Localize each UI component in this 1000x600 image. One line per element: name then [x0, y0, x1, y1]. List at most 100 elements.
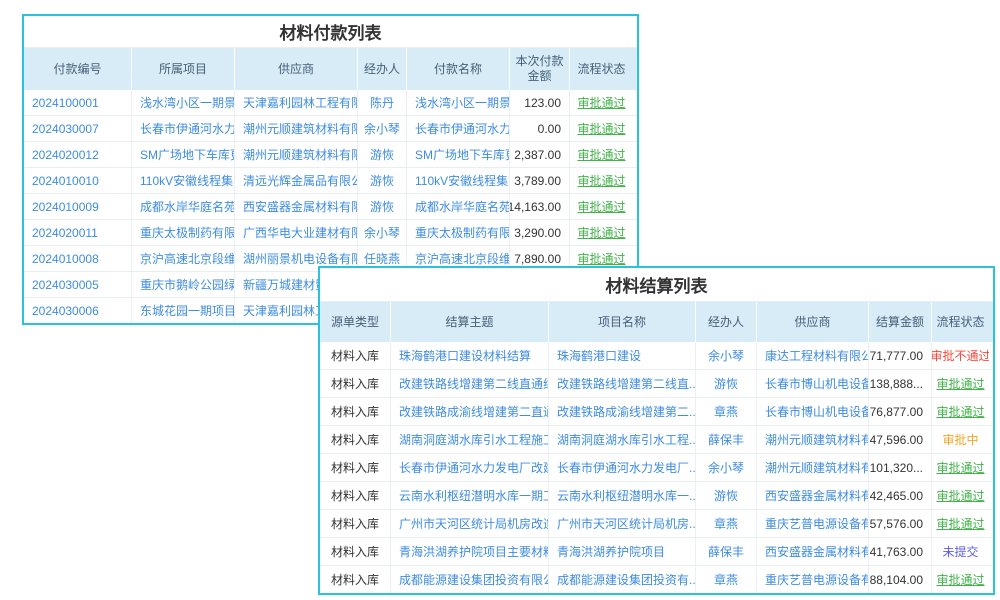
table-link-cell[interactable]: 潮州元顺建筑材料有限...: [234, 116, 357, 141]
status-badge[interactable]: 审批通过: [931, 482, 989, 509]
table-link-cell[interactable]: 2024010009: [24, 194, 131, 219]
column-header-payment_table-5: 本次付款金额: [509, 48, 569, 90]
status-badge[interactable]: 审批通过: [931, 370, 989, 397]
status-badge[interactable]: 审批通过: [569, 90, 633, 115]
table-link-cell[interactable]: 2024020011: [24, 220, 131, 245]
table-link-cell[interactable]: 2024030005: [24, 272, 131, 297]
table-link-cell[interactable]: 2024030006: [24, 298, 131, 323]
status-badge[interactable]: 审批通过: [569, 168, 633, 193]
status-badge[interactable]: 审批通过: [569, 116, 633, 141]
table-link-cell[interactable]: 重庆艺普电源设备有...: [756, 566, 868, 593]
table-link-cell[interactable]: 成都能源建设集团投资有限公司临...: [390, 566, 548, 593]
table-link-cell[interactable]: 110kV安徽线程集变开断...: [131, 168, 234, 193]
table-link-cell[interactable]: 改建铁路成渝线增建第二...: [548, 398, 695, 425]
table-link-cell[interactable]: 广西华电大业建材有限...: [234, 220, 357, 245]
table-link-cell[interactable]: 游恢: [357, 168, 406, 193]
table-row: 材料入库成都能源建设集团投资有限公司临...成都能源建设集团投资有...章燕重庆…: [320, 566, 993, 593]
table-link-cell[interactable]: 成都水岸华庭名苑...: [406, 194, 509, 219]
table-link-cell[interactable]: 青海洪湖养护院项目: [548, 538, 695, 565]
table-link-cell[interactable]: 游恢: [695, 482, 756, 509]
table-link-cell[interactable]: 改建铁路线增建第二线直...: [548, 370, 695, 397]
table-link-cell[interactable]: 长春市博山机电设备...: [756, 370, 868, 397]
table-row: 2024010009成都水岸华庭名苑项目...西安盛器金属材料有限...游恢成都…: [24, 194, 637, 220]
table-link-cell[interactable]: 余小琴: [357, 220, 406, 245]
settlement-table-title: 材料结算列表: [320, 268, 993, 302]
table-link-cell[interactable]: 余小琴: [695, 454, 756, 481]
table-link-cell[interactable]: 康达工程材料有限公司: [756, 342, 868, 369]
status-badge[interactable]: 审批通过: [569, 142, 633, 167]
table-link-cell[interactable]: 珠海鹤港口建设: [548, 342, 695, 369]
table-link-cell[interactable]: 云南水利枢纽潜明水库一...: [548, 482, 695, 509]
table-link-cell[interactable]: 游恢: [357, 194, 406, 219]
table-link-cell[interactable]: 湖南洞庭湖水库引水工程...: [548, 426, 695, 453]
table-link-cell[interactable]: 清远光辉金属品有限公司: [234, 168, 357, 193]
column-header-payment_table-6: 流程状态: [569, 48, 633, 90]
status-badge[interactable]: 审批通过: [569, 194, 633, 219]
table-link-cell[interactable]: 西安盛器金属材料有...: [756, 482, 868, 509]
table-cell: 47,596.00: [868, 426, 931, 453]
status-badge[interactable]: 审批通过: [931, 398, 989, 425]
table-link-cell[interactable]: 2024100001: [24, 90, 131, 115]
table-link-cell[interactable]: 云南水利枢纽潜明水库一期工程施...: [390, 482, 548, 509]
table-link-cell[interactable]: 陈丹: [357, 90, 406, 115]
table-link-cell[interactable]: SM广场地下车库更换摄...: [131, 142, 234, 167]
table-link-cell[interactable]: 改建铁路线增建第二线直通线（成...: [390, 370, 548, 397]
table-cell: 42,465.00: [868, 482, 931, 509]
table-link-cell[interactable]: 潮州元顺建筑材料有限...: [234, 142, 357, 167]
table-link-cell[interactable]: 薛保丰: [695, 426, 756, 453]
status-badge[interactable]: 审批通过: [931, 510, 989, 537]
table-link-cell[interactable]: 2024010010: [24, 168, 131, 193]
table-link-cell[interactable]: 2024020012: [24, 142, 131, 167]
table-link-cell[interactable]: 浅水湾小区一期景...: [406, 90, 509, 115]
table-link-cell[interactable]: 青海洪湖养护院项目主要材料结算: [390, 538, 548, 565]
table-link-cell[interactable]: 成都水岸华庭名苑项目...: [131, 194, 234, 219]
table-link-cell[interactable]: 西安盛器金属材料有限...: [234, 194, 357, 219]
table-link-cell[interactable]: 余小琴: [357, 116, 406, 141]
table-link-cell[interactable]: 重庆太极制药有限公司...: [131, 220, 234, 245]
table-cell: 材料入库: [320, 538, 390, 565]
table-row: 材料入库云南水利枢纽潜明水库一期工程施...云南水利枢纽潜明水库一...游恢西安…: [320, 482, 993, 510]
table-link-cell[interactable]: 重庆太极制药有限...: [406, 220, 509, 245]
table-link-cell[interactable]: 2024030007: [24, 116, 131, 141]
status-badge[interactable]: 审批通过: [569, 220, 633, 245]
table-link-cell[interactable]: 长春市博山机电设备...: [756, 398, 868, 425]
table-link-cell[interactable]: 章燕: [695, 510, 756, 537]
table-cell: 材料入库: [320, 482, 390, 509]
table-link-cell[interactable]: 潮州元顺建筑材料有...: [756, 454, 868, 481]
table-link-cell[interactable]: 成都能源建设集团投资有...: [548, 566, 695, 593]
table-link-cell[interactable]: 京沪高速北京段维修: [131, 246, 234, 271]
table-link-cell[interactable]: 珠海鹤港口建设材料结算: [390, 342, 548, 369]
table-link-cell[interactable]: 长春市伊通河水力发电厂...: [548, 454, 695, 481]
status-badge[interactable]: 审批通过: [931, 566, 989, 593]
table-link-cell[interactable]: 广州市天河区统计局机房...: [548, 510, 695, 537]
table-link-cell[interactable]: 东城花园一期项目公寓...: [131, 298, 234, 323]
table-link-cell[interactable]: 广州市天河区统计局机房改造项目...: [390, 510, 548, 537]
table-link-cell[interactable]: 浅水湾小区一期景观提...: [131, 90, 234, 115]
table-link-cell[interactable]: 章燕: [695, 398, 756, 425]
table-link-cell[interactable]: 薛保丰: [695, 538, 756, 565]
table-row: 材料入库广州市天河区统计局机房改造项目...广州市天河区统计局机房...章燕重庆…: [320, 510, 993, 538]
settlement-table-body: 材料入库珠海鹤港口建设材料结算珠海鹤港口建设余小琴康达工程材料有限公司71,77…: [320, 342, 993, 593]
table-link-cell[interactable]: 重庆艺普电源设备有...: [756, 510, 868, 537]
table-link-cell[interactable]: SM广场地下车库更...: [406, 142, 509, 167]
table-link-cell[interactable]: 重庆市鹅岭公园绿化景...: [131, 272, 234, 297]
table-link-cell[interactable]: 110kV安徽线程集变...: [406, 168, 509, 193]
column-header-settlement_table-0: 源单类型: [320, 302, 390, 342]
table-cell: 14,163.00: [509, 194, 569, 219]
table-link-cell[interactable]: 游恢: [695, 370, 756, 397]
table-link-cell[interactable]: 游恢: [357, 142, 406, 167]
table-link-cell[interactable]: 章燕: [695, 566, 756, 593]
status-badge[interactable]: 审批通过: [931, 454, 989, 481]
table-link-cell[interactable]: 湖南洞庭湖水库引水工程施工1标材...: [390, 426, 548, 453]
table-link-cell[interactable]: 改建铁路成渝线增建第二直通线（...: [390, 398, 548, 425]
table-link-cell[interactable]: 长春市伊通河水力...: [406, 116, 509, 141]
table-link-cell[interactable]: 长春市伊通河水力发电厂改建工程...: [390, 454, 548, 481]
table-link-cell[interactable]: 长春市伊通河水力发电...: [131, 116, 234, 141]
column-header-settlement_table-4: 供应商: [756, 302, 868, 342]
settlement-table-header-row: 源单类型结算主题项目名称经办人供应商结算金额流程状态: [320, 302, 993, 342]
table-link-cell[interactable]: 2024010008: [24, 246, 131, 271]
table-link-cell[interactable]: 潮州元顺建筑材料有...: [756, 426, 868, 453]
table-link-cell[interactable]: 余小琴: [695, 342, 756, 369]
table-link-cell[interactable]: 天津嘉利园林工程有限...: [234, 90, 357, 115]
table-link-cell[interactable]: 西安盛器金属材料有...: [756, 538, 868, 565]
